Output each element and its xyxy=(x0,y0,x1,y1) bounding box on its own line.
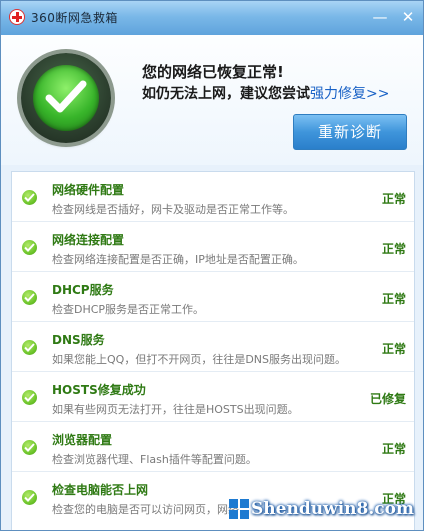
list-item: 网络硬件配置 检查网线是否插好，网卡及驱动是否正常工作等。 正常 xyxy=(12,172,414,222)
rediagnose-button[interactable]: 重新诊断 xyxy=(293,114,407,150)
item-description: 检查网线是否插好，网卡及驱动是否正常工作等。 xyxy=(52,203,294,216)
list-item: HOSTS修复成功 如果有些网页无法打开，往往是HOSTS出现问题。 已修复 xyxy=(12,372,414,422)
watermark-text: Shenduwin8.com xyxy=(251,499,414,519)
item-description: 如果您能上QQ，但打不开网页，往往是DNS服务出现问题。 xyxy=(52,353,346,366)
item-status: 正常 xyxy=(381,342,406,356)
item-description: 检查DHCP服务是否正常工作。 xyxy=(52,303,205,316)
item-description: 检查您的电脑是否可以访问网页，网络 xyxy=(52,503,239,516)
item-description: 如果有些网页无法打开，往往是HOSTS出现问题。 xyxy=(52,403,299,416)
item-description: 检查浏览器代理、Flash插件等配置问题。 xyxy=(52,453,257,466)
subline-text: 如仍无法上网，建议您尝试 xyxy=(142,86,310,102)
check-icon xyxy=(22,440,37,455)
status-headline: 您的网络已恢复正常! xyxy=(142,63,284,81)
success-check-icon xyxy=(33,65,99,131)
app-logo-icon xyxy=(9,9,25,25)
item-status: 正常 xyxy=(381,242,406,256)
diagnosis-list: 网络硬件配置 检查网线是否插好，网卡及驱动是否正常工作等。 正常 网络连接配置 … xyxy=(11,171,415,530)
status-subline: 如仍无法上网，建议您尝试强力修复>> xyxy=(142,83,389,103)
check-icon xyxy=(22,290,37,305)
status-radar-icon xyxy=(21,53,111,143)
item-status: 已修复 xyxy=(369,392,406,406)
item-status: 正常 xyxy=(381,442,406,456)
check-icon xyxy=(22,240,37,255)
check-icon xyxy=(22,190,37,205)
list-item: DHCP服务 检查DHCP服务是否正常工作。 正常 xyxy=(12,272,414,322)
item-title: 网络连接配置 xyxy=(52,233,125,247)
check-icon xyxy=(22,340,37,355)
check-icon xyxy=(22,490,37,505)
item-title: 检查电脑能否上网 xyxy=(52,483,149,497)
list-item: DNS服务 如果您能上QQ，但打不开网页，往往是DNS服务出现问题。 正常 xyxy=(12,322,414,372)
item-title: DHCP服务 xyxy=(52,283,114,297)
app-window: 360断网急救箱 — ✕ 您的网络已恢复正常! 如仍无法上网，建议您尝试强力修复… xyxy=(0,0,424,531)
item-description: 检查网络连接配置是否正确，IP地址是否配置正确。 xyxy=(52,253,304,266)
check-icon xyxy=(22,390,37,405)
minimize-button[interactable]: — xyxy=(369,7,391,27)
item-title: DNS服务 xyxy=(52,333,105,347)
watermark-logo-icon xyxy=(229,499,249,519)
title-bar[interactable]: 360断网急救箱 — ✕ xyxy=(1,1,423,35)
item-title: 浏览器配置 xyxy=(52,433,113,447)
list-item: 浏览器配置 检查浏览器代理、Flash插件等配置问题。 正常 xyxy=(12,422,414,472)
item-title: HOSTS修复成功 xyxy=(52,383,146,397)
window-title: 360断网急救箱 xyxy=(31,11,118,25)
close-button[interactable]: ✕ xyxy=(397,7,419,27)
item-title: 网络硬件配置 xyxy=(52,183,125,197)
item-status: 正常 xyxy=(381,292,406,306)
item-status: 正常 xyxy=(381,192,406,206)
force-repair-link[interactable]: 强力修复>> xyxy=(310,86,389,102)
list-item: 网络连接配置 检查网络连接配置是否正确，IP地址是否配置正确。 正常 xyxy=(12,222,414,272)
